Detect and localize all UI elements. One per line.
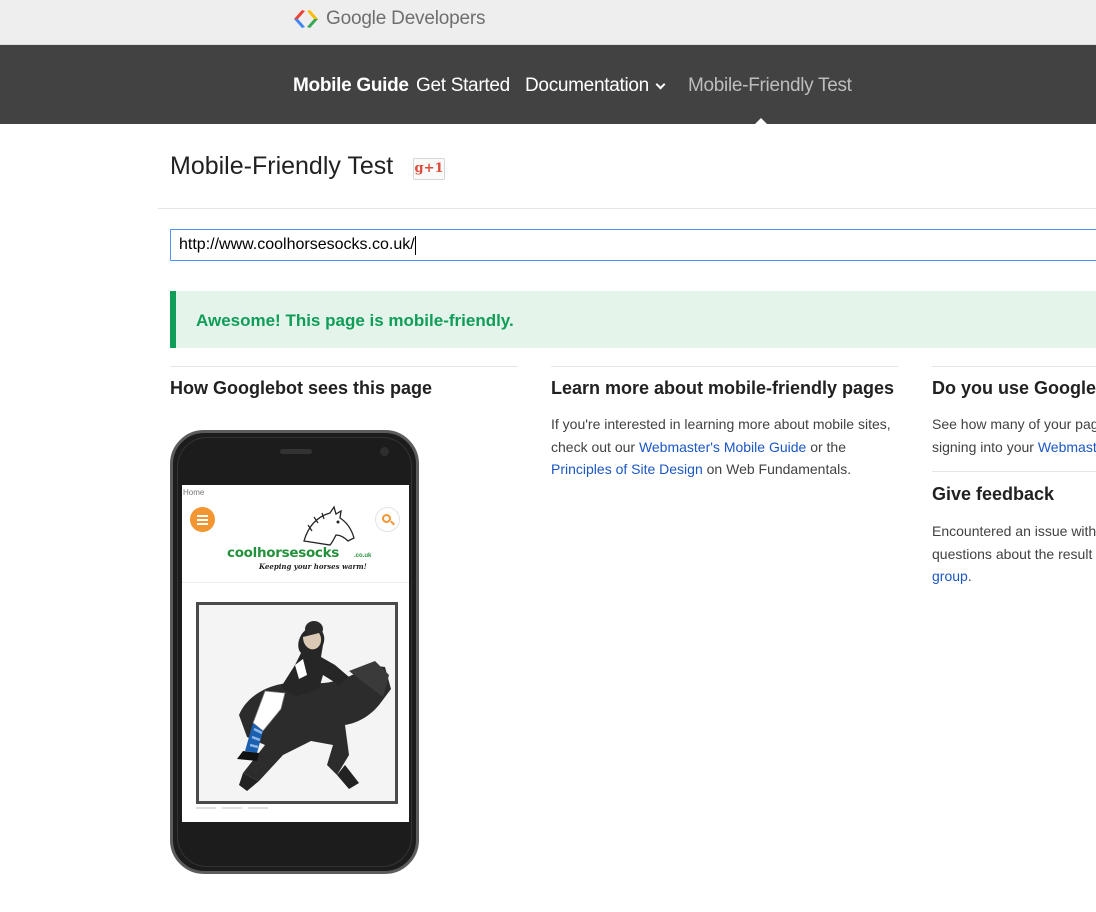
phone-preview: Home coolhorsesocks .co.uk Keeping your … (170, 430, 419, 874)
webmaster-tools-heading: Do you use Google (932, 378, 1096, 398)
learn-more-heading: Learn more about mobile-friendly pages (551, 378, 895, 398)
google-developers-brand[interactable]: Google Developers (292, 7, 485, 31)
slider-indicator (222, 807, 242, 809)
main-nav: Mobile Guide Get Started Documentation M… (0, 45, 1096, 124)
preview-home-label: Home (183, 488, 205, 497)
site-tagline: Keeping your horses warm! (259, 562, 367, 571)
site-tld: .co.uk (354, 553, 372, 559)
googlebot-heading: How Googlebot sees this page (170, 378, 433, 398)
show-jumping-image (199, 605, 395, 801)
branding-bar: Google Developers (0, 0, 1096, 45)
nav-item-get-started[interactable]: Get Started (416, 75, 510, 97)
feedback-group-link[interactable]: group (932, 568, 968, 584)
nav-item-mobile-friendly-test[interactable]: Mobile-Friendly Test (688, 75, 852, 97)
webmaster-tools-text: See how many of your pag signing into yo… (932, 416, 1096, 455)
phone-camera (380, 447, 389, 456)
nav-active-pointer (755, 118, 767, 124)
result-banner: Awesome! This page is mobile-friendly. (170, 291, 1096, 348)
webmasters-mobile-guide-link[interactable]: Webmaster's Mobile Guide (639, 439, 806, 455)
nav-item-documentation[interactable]: Documentation (525, 75, 666, 97)
slider-indicator (196, 807, 216, 809)
phone-screen: Home coolhorsesocks .co.uk Keeping your … (182, 485, 409, 822)
feedback-text: Encountered an issue with questions abou… (932, 523, 1096, 584)
principles-of-site-design-link[interactable]: Principles of Site Design (551, 461, 703, 477)
column-divider (551, 366, 898, 367)
text-cursor (415, 236, 416, 255)
google-developers-logo-icon (294, 10, 318, 28)
give-feedback-heading: Give feedback (932, 484, 1055, 504)
nav-item-documentation-label: Documentation (525, 75, 649, 96)
preview-divider (182, 582, 409, 583)
site-logo: coolhorsesocks .co.uk Keeping your horse… (212, 505, 382, 577)
nav-item-mobile-guide[interactable]: Mobile Guide (293, 75, 409, 97)
phone-speaker (280, 449, 312, 454)
google-plus-one-button[interactable]: g+1 (413, 158, 445, 180)
brand-text: Google Developers (326, 8, 486, 29)
column-divider (932, 471, 1096, 472)
learn-more-text: If you're interested in learning more ab… (551, 416, 891, 477)
chevron-down-icon (655, 79, 666, 90)
page-title: Mobile-Friendly Test (170, 152, 394, 180)
column-divider (170, 366, 518, 367)
url-input[interactable] (170, 229, 1096, 261)
webmaster-tools-link[interactable]: Webmast (1038, 439, 1096, 455)
site-name: coolhorsesocks (227, 545, 340, 561)
result-message: Awesome! This page is mobile-friendly. (196, 311, 514, 330)
title-divider (158, 208, 1096, 209)
slider-indicator (248, 807, 268, 809)
column-divider (932, 366, 1096, 367)
horse-rider-photo (196, 602, 398, 804)
